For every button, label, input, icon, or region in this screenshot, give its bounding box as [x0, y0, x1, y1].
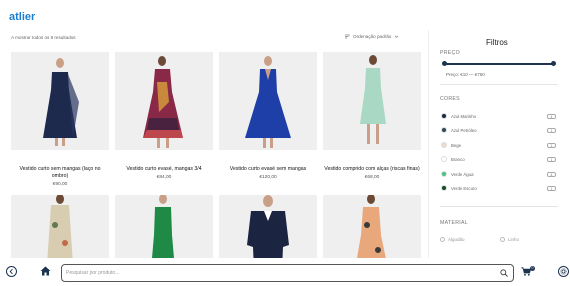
material-option-linen[interactable]: Linho — [500, 237, 519, 242]
color-filter-dark-green[interactable]: Verde Escuro 1 — [441, 184, 556, 192]
results-count: A mostrar todos os 8 resultados — [11, 35, 76, 40]
product-image[interactable] — [323, 52, 421, 150]
back-button[interactable] — [6, 266, 17, 277]
color-filter-beige[interactable]: Bege 1 — [441, 141, 556, 149]
color-swatch — [441, 171, 447, 177]
atlier-logo[interactable]: atlier — [9, 9, 41, 23]
color-swatch — [441, 156, 447, 162]
settings-icon — [560, 268, 567, 275]
color-name: Bege — [451, 142, 462, 148]
product-image[interactable] — [115, 52, 213, 150]
radio-button[interactable] — [500, 237, 505, 242]
color-filter-petrol[interactable]: Azul Petróleo 1 — [441, 126, 556, 134]
logo-text: atlier — [9, 11, 36, 23]
material-option-label: Algodão — [448, 237, 465, 242]
dress-illustration — [43, 58, 79, 146]
color-count: 1 — [547, 185, 556, 191]
material-option-cotton[interactable]: Algodão — [440, 237, 465, 242]
color-name: Verde Escuro — [451, 185, 477, 191]
color-count: 1 — [547, 156, 556, 162]
filters-divider — [428, 30, 429, 260]
color-count: 4 — [547, 113, 556, 119]
product-name[interactable]: Vestido curto evasé sem mangas — [219, 166, 317, 173]
product-name[interactable]: Vestido curto sem mangas (laço no ombro) — [11, 166, 109, 180]
material-label: MATERIAL — [440, 220, 468, 226]
filters-title: Filtros — [486, 38, 508, 47]
settings-button[interactable] — [558, 266, 569, 277]
dress-illustration — [245, 56, 291, 148]
back-icon — [9, 268, 13, 275]
sort-dropdown[interactable]: Ordenação padrão — [345, 34, 399, 39]
price-slider-max-handle[interactable] — [551, 61, 556, 66]
sort-icon — [345, 34, 350, 39]
dress-illustration — [360, 55, 386, 144]
sort-label: Ordenação padrão — [353, 34, 392, 39]
product-card[interactable]: Vestido comprido com alças (riscas finas… — [323, 52, 421, 180]
color-swatch — [441, 185, 447, 191]
color-filter-navy[interactable]: Azul Marinho 4 — [441, 112, 556, 120]
color-name: Verde Água — [451, 171, 474, 177]
price-range-text: Preço: €10 — €760 — [446, 72, 485, 77]
section-separator — [440, 206, 558, 207]
section-separator — [440, 84, 558, 85]
material-option-label: Linho — [508, 237, 520, 242]
search-bar[interactable] — [61, 264, 514, 282]
product-price: €120,00 — [259, 175, 277, 180]
colors-label: CORES — [440, 96, 460, 102]
product-name[interactable]: Vestido curto evasé, mangas 3/4 — [115, 166, 213, 173]
radio-button[interactable] — [440, 237, 445, 242]
product-card[interactable]: Vestido curto sem mangas (laço no ombro)… — [11, 52, 109, 187]
color-name: Azul Petróleo — [451, 127, 477, 133]
product-price: €90,00 — [52, 182, 68, 187]
color-count: 1 — [547, 127, 556, 133]
product-card[interactable]: Vestido curto evasé sem mangas €120,00 — [219, 52, 317, 180]
color-count: 1 — [547, 142, 556, 148]
color-filter-aqua-green[interactable]: Verde Água 4 — [441, 170, 556, 178]
price-slider-track[interactable] — [444, 63, 554, 65]
home-icon[interactable] — [40, 266, 51, 276]
search-icon[interactable] — [500, 269, 508, 277]
chevron-down-icon — [395, 35, 399, 38]
product-name[interactable]: Vestido comprido com alças (riscas finas… — [323, 166, 421, 173]
cart-count-badge: 0 — [530, 266, 535, 271]
product-price: €84,00 — [156, 175, 172, 180]
color-swatch — [441, 113, 447, 119]
price-label: PREÇO — [440, 50, 460, 56]
color-count: 4 — [547, 171, 556, 177]
color-swatch — [441, 127, 447, 133]
price-slider-min-handle[interactable] — [442, 61, 447, 66]
product-card[interactable]: Vestido curto evasé, mangas 3/4 €84,00 — [115, 52, 213, 180]
search-input[interactable] — [66, 270, 500, 276]
product-image[interactable] — [219, 52, 317, 150]
product-price: €68,00 — [364, 175, 380, 180]
color-name: Azul Marinho — [451, 113, 477, 119]
dress-illustration — [143, 56, 183, 148]
product-image[interactable] — [11, 52, 109, 150]
color-name: Branco — [451, 156, 465, 162]
color-filter-white[interactable]: Branco 1 — [441, 155, 556, 163]
color-swatch — [441, 142, 447, 148]
